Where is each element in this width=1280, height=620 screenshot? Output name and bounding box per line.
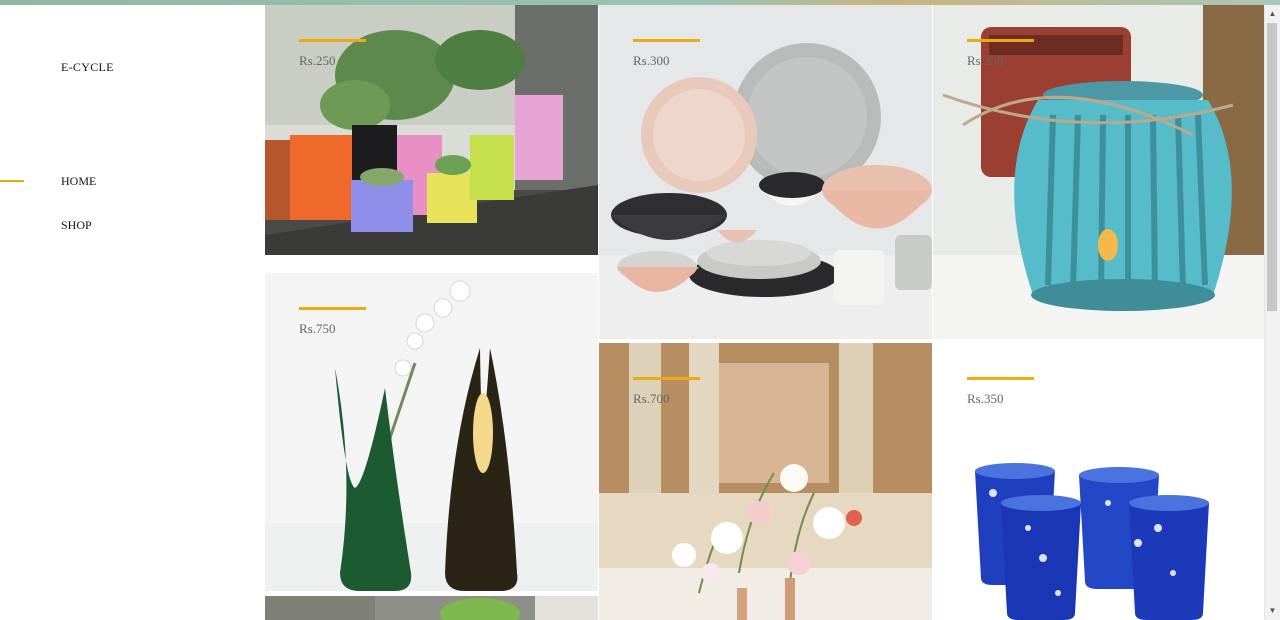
price-accent-bar bbox=[967, 377, 1034, 380]
scroll-down-arrow-icon[interactable]: ▼ bbox=[1265, 604, 1280, 618]
product-image-floral-centerpiece bbox=[599, 343, 932, 620]
product-grid: Rs.250 Rs.300 Rs.350 Rs.750 Rs.700 Rs.35… bbox=[265, 5, 1265, 620]
nav-active-indicator bbox=[0, 180, 24, 182]
product-image-partial bbox=[265, 596, 598, 620]
price-accent-bar bbox=[299, 307, 366, 310]
brand-logo-text[interactable]: E-CYCLE bbox=[61, 60, 114, 75]
product-price: Rs.750 bbox=[299, 321, 336, 336]
product-card-bottle-vases[interactable]: Rs.750 bbox=[265, 273, 598, 591]
product-price: Rs.350 bbox=[967, 391, 1004, 406]
product-card-ceramic-dinnerware[interactable]: Rs.300 bbox=[599, 5, 932, 339]
price-accent-bar bbox=[633, 39, 700, 42]
product-price: Rs.300 bbox=[633, 53, 670, 68]
price-accent-bar bbox=[633, 377, 700, 380]
nav-item-home[interactable]: HOME bbox=[61, 174, 96, 189]
vertical-scrollbar[interactable]: ▲ ▼ bbox=[1264, 5, 1280, 620]
product-image-tin-planters bbox=[265, 5, 598, 255]
product-card-partial[interactable] bbox=[265, 596, 598, 620]
scroll-up-arrow-icon[interactable]: ▲ bbox=[1265, 7, 1280, 21]
product-price: Rs.350 bbox=[967, 53, 1004, 68]
price-accent-bar bbox=[967, 39, 1034, 42]
price-accent-bar bbox=[299, 39, 366, 42]
product-price: Rs.700 bbox=[633, 391, 670, 406]
product-card-tin-lantern[interactable]: Rs.350 bbox=[933, 5, 1265, 339]
product-price: Rs.250 bbox=[299, 53, 336, 68]
sidebar: E-CYCLE HOME SHOP bbox=[0, 5, 265, 620]
product-image-blue-glass-tumblers bbox=[933, 343, 1265, 620]
product-card-tin-planters[interactable]: Rs.250 bbox=[265, 5, 598, 255]
nav-item-shop[interactable]: SHOP bbox=[61, 218, 92, 233]
scrollbar-thumb[interactable] bbox=[1267, 23, 1277, 311]
product-card-blue-glass-tumblers[interactable]: Rs.350 bbox=[933, 343, 1265, 620]
product-card-floral-centerpiece[interactable]: Rs.700 bbox=[599, 343, 932, 620]
